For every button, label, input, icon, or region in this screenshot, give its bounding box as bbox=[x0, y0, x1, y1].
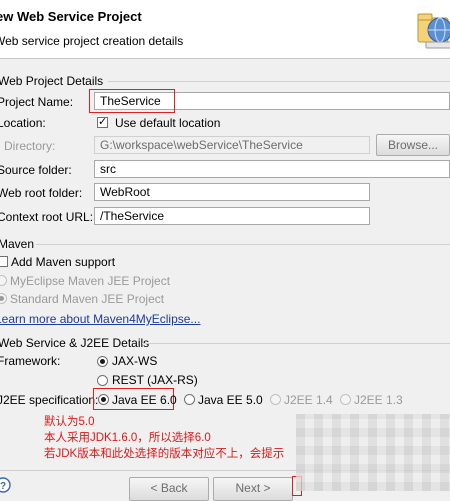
source-folder-input[interactable]: src bbox=[94, 160, 450, 178]
add-maven-support-checkbox[interactable] bbox=[0, 256, 8, 267]
group-divider bbox=[36, 244, 450, 245]
source-folder-label: Source folder: bbox=[0, 163, 72, 177]
use-default-location-label: Use default location bbox=[115, 116, 221, 130]
framework-jaxws-radio[interactable] bbox=[97, 356, 108, 367]
web-project-details-label: Web Project Details bbox=[0, 74, 104, 88]
directory-label: Directory: bbox=[4, 139, 56, 153]
spec-javaee5-label: Java EE 5.0 bbox=[198, 393, 263, 407]
context-root-input[interactable]: /TheService bbox=[94, 207, 370, 225]
annotation-line-1: 默认为5.0 bbox=[44, 416, 95, 428]
spec-javaee5-radio[interactable] bbox=[184, 394, 195, 405]
annotation-line-2: 本人采用JDK1.6.0，所以选择6.0 bbox=[44, 432, 211, 444]
project-name-label: Project Name: bbox=[0, 95, 74, 109]
use-default-location-checkbox[interactable]: ✓ bbox=[97, 117, 108, 128]
spec-j2ee14-label: J2EE 1.4 bbox=[284, 393, 333, 407]
spec-j2ee14-radio[interactable] bbox=[270, 394, 281, 405]
web-root-label: Web root folder: bbox=[0, 186, 83, 200]
myeclipse-maven-jee-radio[interactable] bbox=[0, 275, 7, 286]
annotation-line-3: 若JDK版本和此处选择的版本对应不上，会提示 bbox=[44, 448, 285, 460]
framework-rest-label: REST (JAX-RS) bbox=[112, 373, 198, 387]
svg-text:?: ? bbox=[0, 481, 6, 492]
wizard-header: ew Web Service Project Web service proje… bbox=[0, 0, 450, 59]
next-button[interactable]: Next > bbox=[213, 477, 293, 501]
framework-rest-radio[interactable] bbox=[97, 375, 108, 386]
web-root-input[interactable]: WebRoot bbox=[94, 183, 370, 201]
web-service-wizard-icon bbox=[417, 13, 450, 49]
spec-javaee6-label: Java EE 6.0 bbox=[112, 393, 177, 407]
spec-j2ee13-label: J2EE 1.3 bbox=[354, 393, 403, 407]
context-root-label: Context root URL: bbox=[0, 210, 94, 224]
spec-j2ee13-radio[interactable] bbox=[340, 394, 351, 405]
standard-maven-jee-radio[interactable] bbox=[0, 293, 7, 304]
spec-javaee6-radio[interactable] bbox=[98, 394, 109, 405]
ws-j2ee-group-label: Web Service & J2EE Details bbox=[0, 336, 150, 350]
standard-maven-jee-label: Standard Maven JEE Project bbox=[10, 292, 165, 306]
add-maven-support-label: Add Maven support bbox=[11, 255, 116, 269]
browse-button[interactable]: Browse... bbox=[376, 134, 450, 156]
highlight-box bbox=[89, 89, 175, 113]
pixelated-watermark bbox=[296, 414, 450, 491]
location-label: Location: bbox=[0, 116, 46, 130]
back-button[interactable]: < Back bbox=[129, 477, 209, 501]
myeclipse-maven-jee-label: MyEclipse Maven JEE Project bbox=[10, 274, 171, 288]
group-divider bbox=[142, 343, 450, 344]
learn-more-maven-link[interactable]: Learn more about Maven4MyEclipse... bbox=[0, 312, 200, 326]
maven-group-label: Maven bbox=[0, 237, 35, 251]
group-divider bbox=[108, 81, 450, 82]
j2ee-spec-label: J2EE specification: bbox=[0, 393, 99, 407]
directory-input[interactable]: G:\workspace\webService\TheService bbox=[94, 136, 370, 154]
wizard-subtitle: Web service project creation details bbox=[0, 34, 184, 48]
wizard-title: ew Web Service Project bbox=[0, 9, 142, 24]
framework-jaxws-label: JAX-WS bbox=[112, 354, 158, 368]
framework-label: Framework: bbox=[0, 354, 61, 368]
